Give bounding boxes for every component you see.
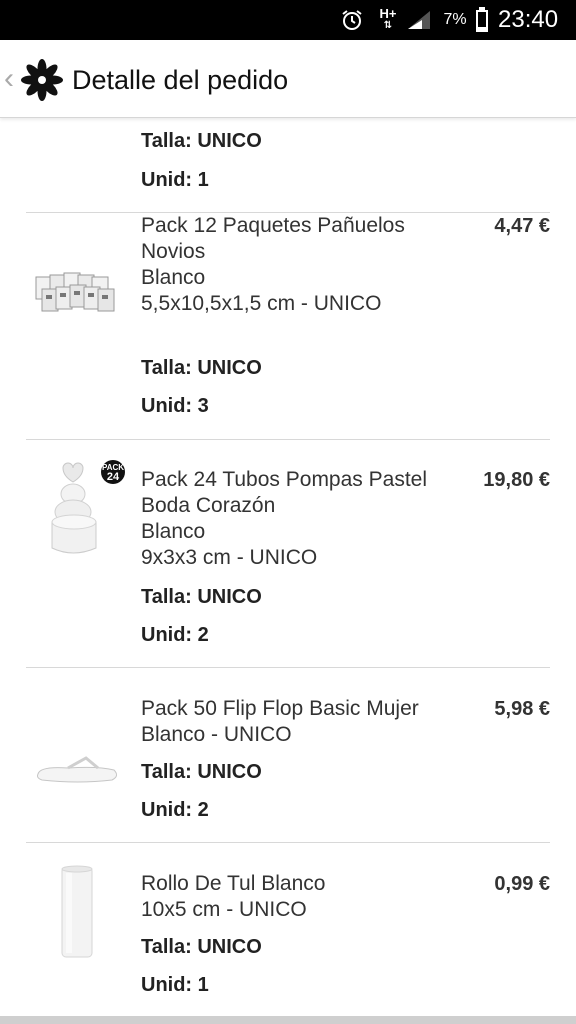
size-row: Talla: UNICO (141, 130, 262, 153)
product-name-line: Pack 12 Paquetes Pañuelos (141, 214, 405, 237)
size-row: Talla: UNICO (141, 586, 262, 609)
units-value: 1 (197, 169, 209, 191)
list-item[interactable]: PACK 24 Pack 24 Tubos Pompas Pastel Boda… (0, 440, 576, 668)
list-item[interactable]: Rollo De Tul Blanco 10x5 cm - UNICO 0,99… (0, 843, 576, 1018)
units-label: Unid: (141, 169, 198, 191)
order-items-list[interactable]: Talla: UNICO Unid: 1 Pack 12 Paquetes Pa… (0, 119, 576, 1024)
app-bar: ‹ Detalle del pedido (0, 40, 576, 118)
units-value: 2 (197, 799, 209, 821)
size-value: UNICO (197, 936, 262, 958)
product-price: 4,47 € (494, 215, 550, 237)
units-row: Unid: 2 (141, 624, 209, 647)
network-type-icon: H+ ⇅ (379, 6, 397, 31)
back-chevron-icon[interactable]: ‹ (4, 62, 18, 96)
list-item[interactable]: Pack 12 Paquetes Pañuelos Novios Blanco … (0, 213, 576, 439)
size-value: UNICO (197, 357, 262, 379)
size-label: Talla: (141, 357, 198, 379)
pack-badge: PACK 24 (101, 460, 125, 484)
signal-strength-icon (404, 0, 434, 40)
network-type-label: H+ (379, 6, 397, 21)
size-value: UNICO (197, 130, 262, 152)
product-name[interactable]: Pack 50 Flip Flop Basic Mujer Blanco - U… (141, 696, 461, 748)
units-row: Unid: 2 (141, 799, 209, 822)
size-row: Talla: UNICO (141, 761, 262, 784)
product-color: Blanco (141, 520, 206, 543)
product-price: 5,98 € (494, 698, 550, 720)
product-name-line: Novios (141, 240, 206, 263)
battery-icon (472, 0, 492, 40)
product-price: 0,99 € (494, 873, 550, 895)
bottom-edge (0, 1016, 576, 1024)
units-value: 2 (197, 624, 209, 646)
units-row: Unid: 3 (141, 395, 209, 418)
product-name[interactable]: Pack 24 Tubos Pompas Pastel Boda Corazón… (141, 467, 461, 571)
product-name-line: Boda Corazón (141, 494, 276, 517)
tulle-roll-image (28, 863, 122, 963)
units-row: Unid: 1 (141, 169, 209, 192)
units-row: Unid: 1 (141, 974, 209, 997)
size-label: Talla: (141, 586, 198, 608)
product-name[interactable]: Pack 12 Paquetes Pañuelos Novios Blanco … (141, 213, 461, 317)
app-logo-icon[interactable] (20, 58, 64, 102)
alarm-clock-icon (338, 0, 366, 40)
product-price: 19,80 € (483, 469, 550, 491)
product-name[interactable]: Rollo De Tul Blanco 10x5 cm - UNICO (141, 871, 461, 923)
size-row: Talla: UNICO (141, 357, 262, 380)
units-label: Unid: (141, 395, 198, 417)
pack-badge-count: 24 (106, 471, 120, 483)
size-label: Talla: (141, 130, 198, 152)
size-row: Talla: UNICO (141, 936, 262, 959)
product-color: Blanco (141, 266, 206, 289)
list-item[interactable]: Talla: UNICO Unid: 1 (0, 119, 576, 212)
product-dimensions: 9x3x3 cm - UNICO (141, 546, 318, 569)
size-label: Talla: (141, 936, 198, 958)
product-name-line: Pack 24 Tubos Pompas Pastel (141, 468, 427, 491)
units-value: 3 (197, 395, 209, 417)
size-label: Talla: (141, 761, 198, 783)
units-value: 1 (197, 974, 209, 996)
units-label: Unid: (141, 624, 198, 646)
product-name-line: 10x5 cm - UNICO (141, 898, 307, 921)
product-name-line: Rollo De Tul Blanco (141, 872, 326, 895)
flip-flop-image (28, 748, 122, 788)
page-title: Detalle del pedido (72, 65, 289, 95)
status-bar: H+ ⇅ 7% 23:40 (0, 0, 576, 40)
size-value: UNICO (197, 761, 262, 783)
clock-time: 23:40 (498, 6, 559, 33)
product-dimensions: 5,5x10,5x1,5 cm - UNICO (141, 292, 382, 315)
list-item[interactable]: Pack 50 Flip Flop Basic Mujer Blanco - U… (0, 668, 576, 843)
battery-percent: 7% (443, 11, 467, 28)
product-name-line: Pack 50 Flip Flop Basic Mujer (141, 697, 419, 720)
tissue-packs-image (28, 263, 122, 323)
size-value: UNICO (197, 586, 262, 608)
product-name-line: Blanco - UNICO (141, 723, 292, 746)
units-label: Unid: (141, 974, 198, 996)
units-label: Unid: (141, 799, 198, 821)
